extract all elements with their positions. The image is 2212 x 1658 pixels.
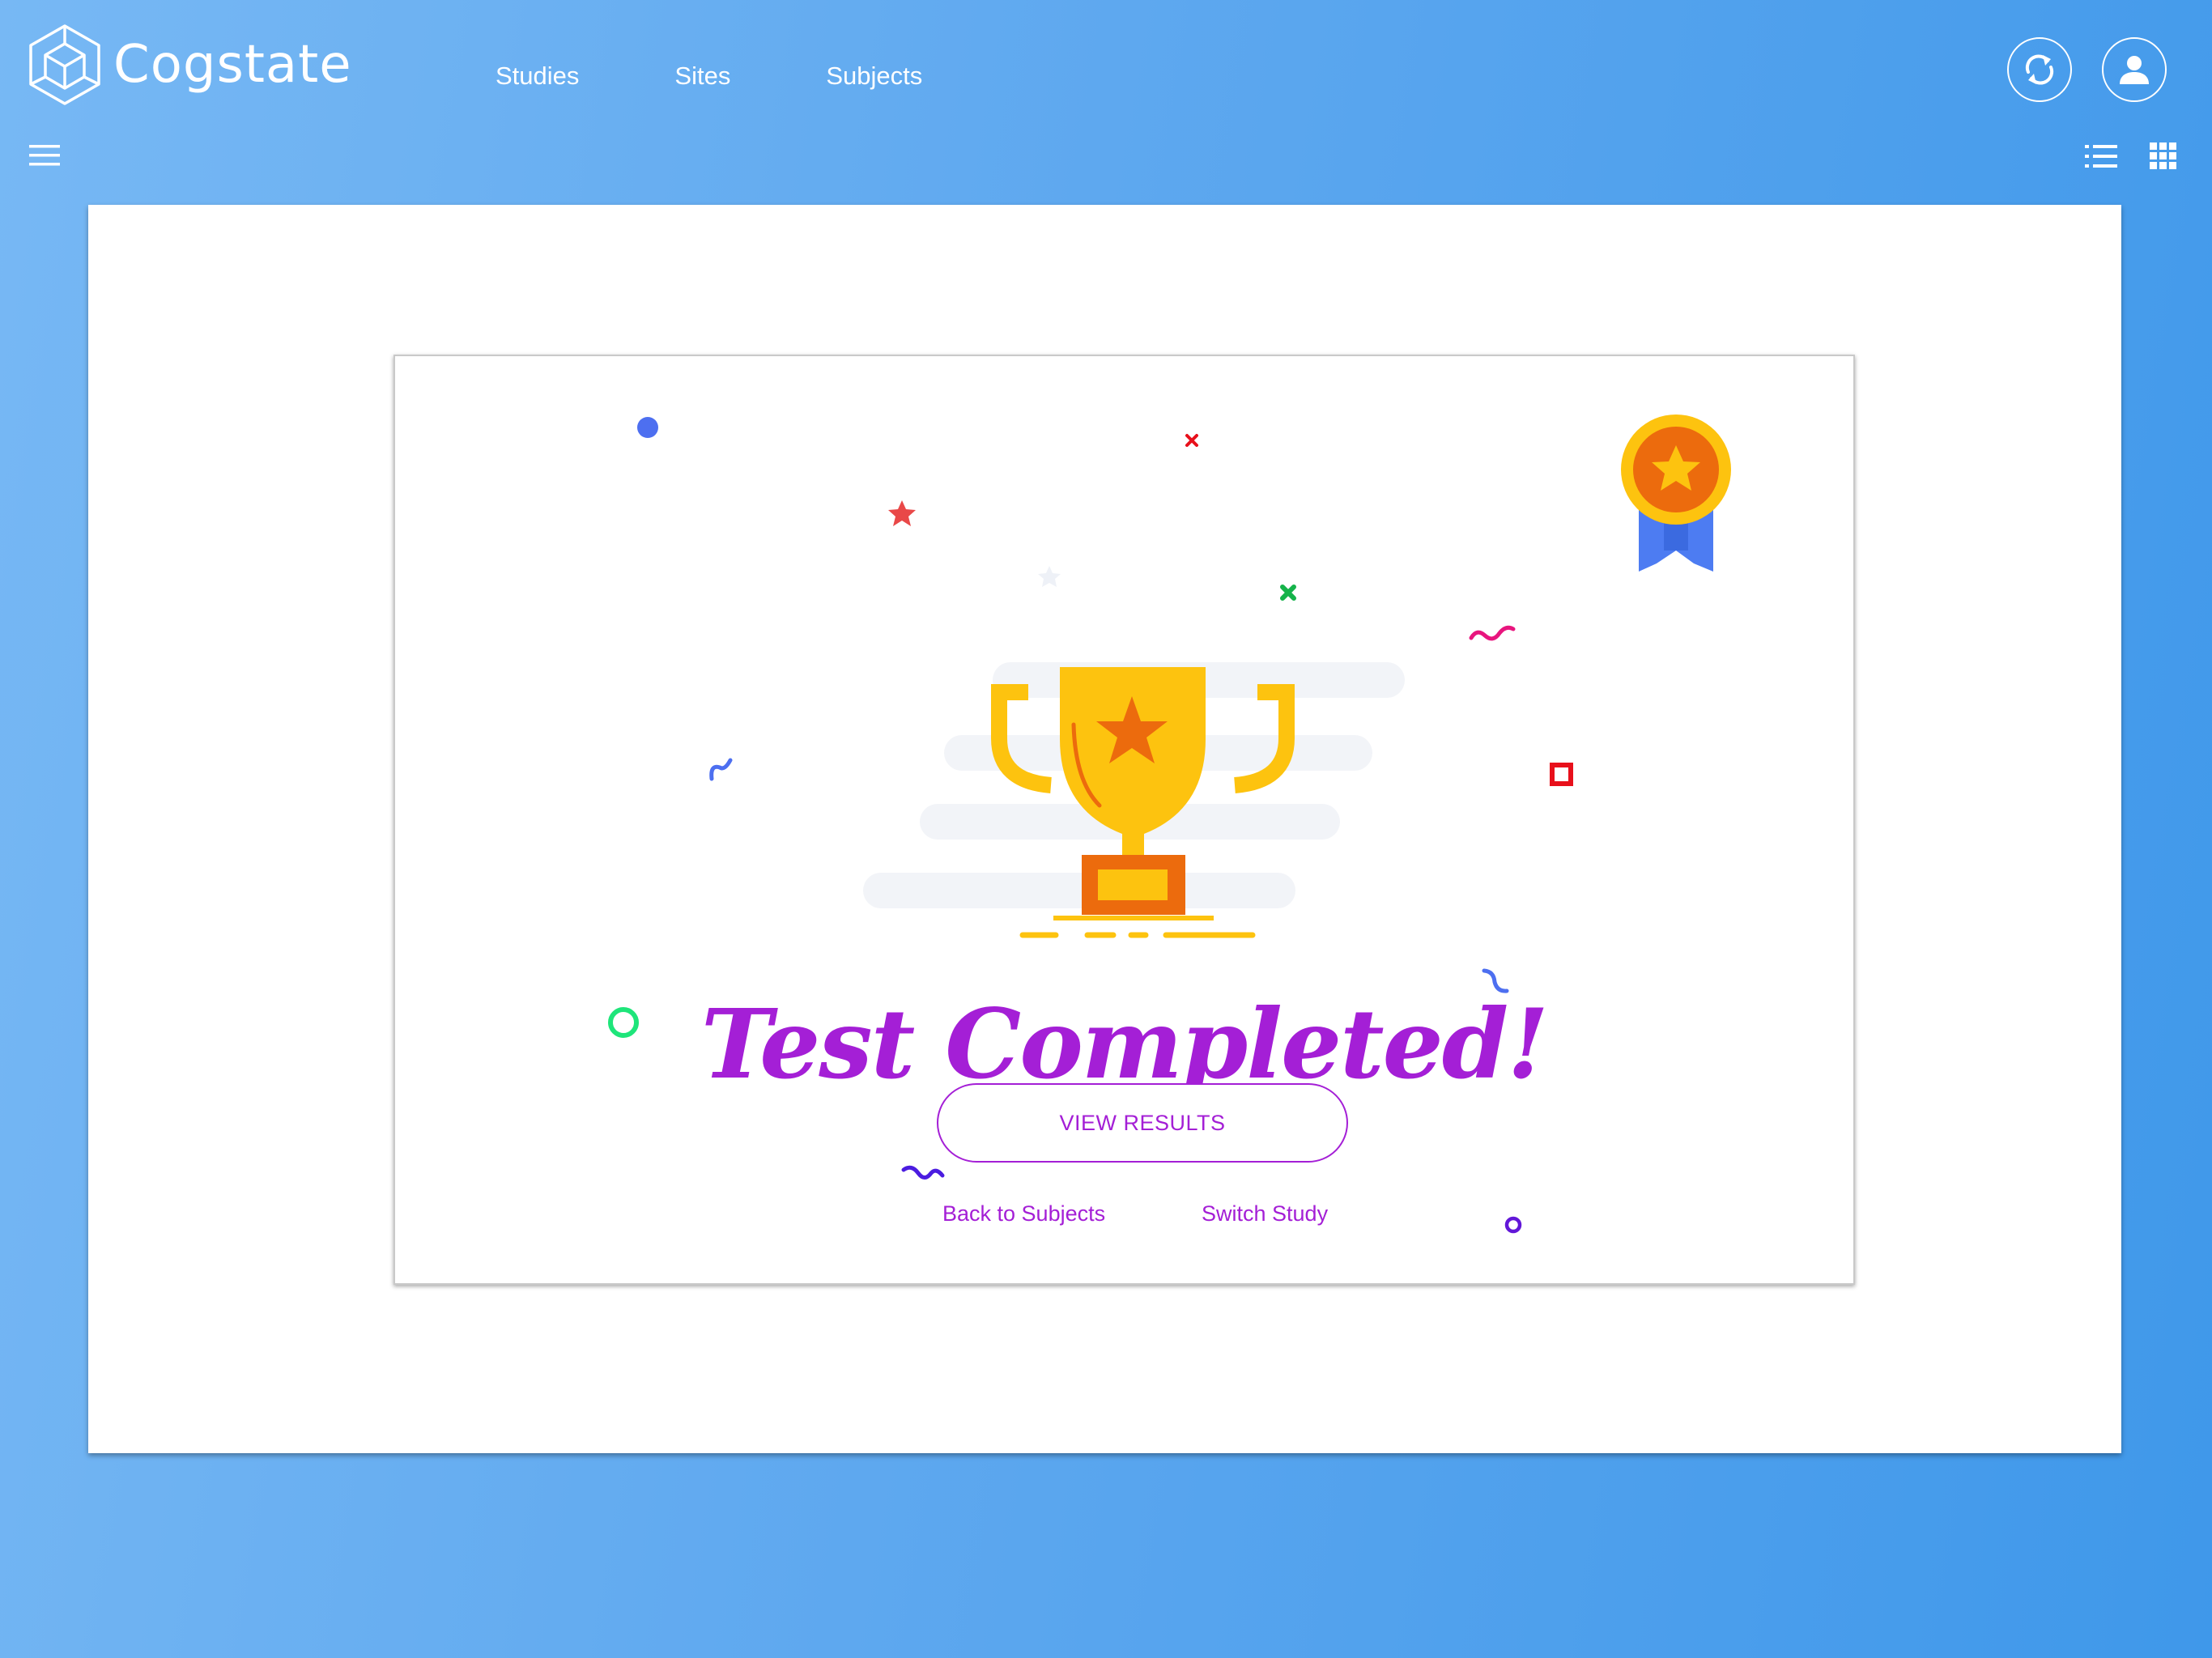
nav-sites[interactable]: Sites	[674, 62, 730, 91]
completion-title: Test Completed!	[700, 988, 1549, 1101]
hamburger-menu-button[interactable]	[29, 142, 62, 168]
grid-view-icon	[2150, 142, 2176, 169]
hamburger-menu-icon	[29, 145, 60, 166]
grid-view-button[interactable]	[2150, 142, 2177, 174]
profile-button[interactable]	[2102, 37, 2167, 102]
switch-study-link[interactable]: Switch Study	[1202, 1201, 1328, 1226]
cogstate-logo[interactable]: Cogstate	[28, 23, 352, 107]
view-results-button[interactable]: VIEW RESULTS	[937, 1083, 1348, 1163]
medal-ribbon-icon	[1621, 414, 1731, 572]
person-icon	[2120, 56, 2149, 84]
list-view-icon	[2085, 145, 2117, 168]
completion-card: Test Completed! VIEW RESULTS Back to Sub…	[393, 355, 1855, 1285]
main-nav: Studies Sites Subjects	[496, 62, 1018, 91]
nav-subjects[interactable]: Subjects	[826, 62, 922, 91]
back-to-subjects-link[interactable]: Back to Subjects	[942, 1201, 1105, 1226]
list-view-button[interactable]	[2085, 142, 2119, 174]
brand-name: Cogstate	[113, 35, 352, 95]
nav-studies[interactable]: Studies	[496, 62, 579, 91]
main-panel: Test Completed! VIEW RESULTS Back to Sub…	[88, 205, 2121, 1453]
cube-logo-icon	[29, 24, 100, 105]
sync-button[interactable]	[2007, 37, 2072, 102]
sync-icon	[2025, 54, 2054, 85]
